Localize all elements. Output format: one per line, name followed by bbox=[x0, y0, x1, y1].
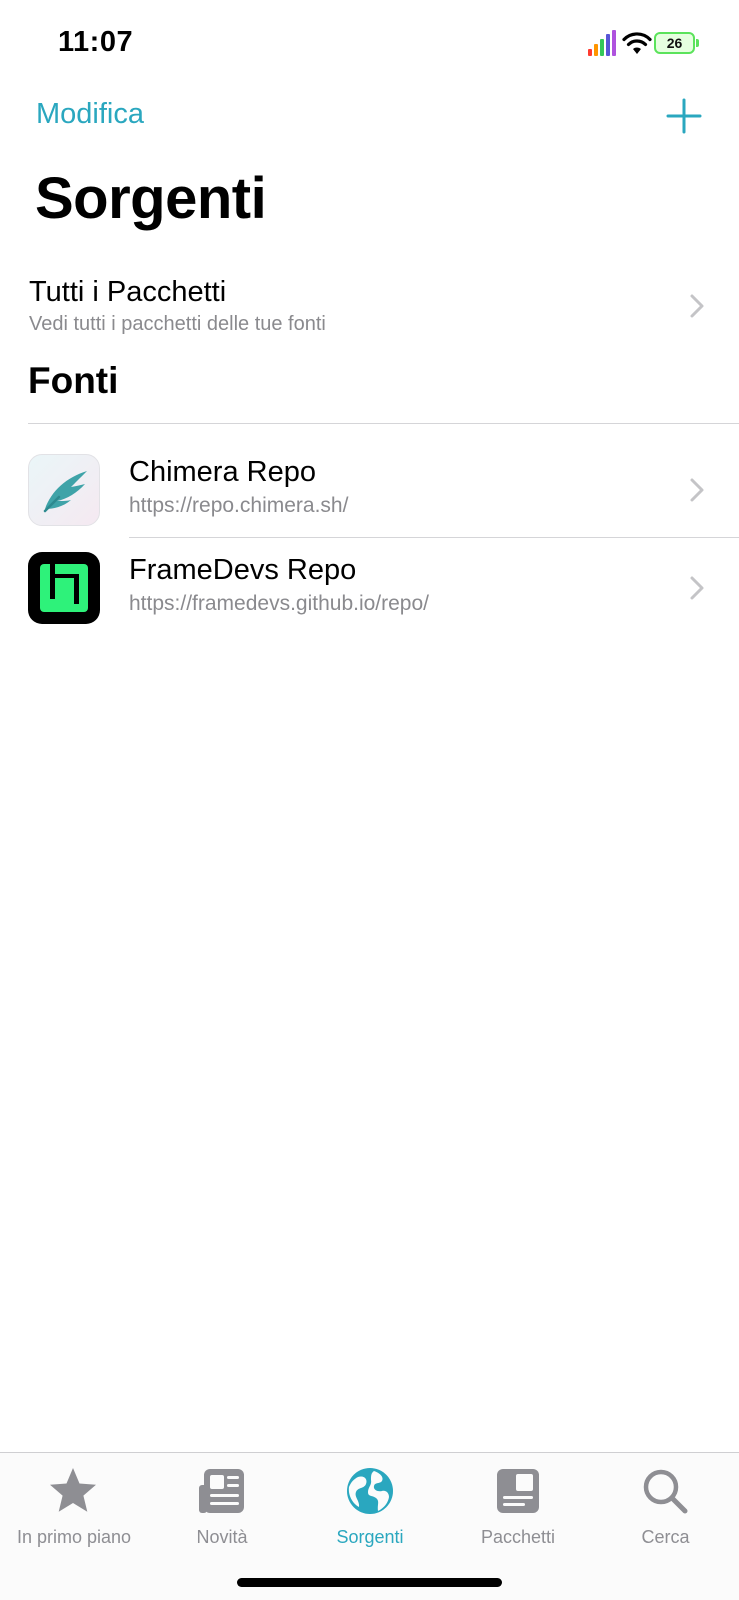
framedevs-box-icon bbox=[28, 552, 100, 624]
tab-sources[interactable]: Sorgenti bbox=[296, 1453, 444, 1553]
cellular-signal-icon bbox=[588, 30, 616, 56]
chimera-feather-icon bbox=[28, 454, 100, 526]
status-bar: 11:07 26 bbox=[0, 0, 739, 90]
chevron-right-icon bbox=[690, 478, 704, 502]
repo-row-chimera[interactable]: Chimera Repo https://repo.chimera.sh/ bbox=[0, 444, 739, 540]
repo-url: https://repo.chimera.sh/ bbox=[129, 494, 349, 517]
repo-name: FrameDevs Repo bbox=[129, 554, 357, 586]
tab-label: Pacchetti bbox=[480, 1527, 556, 1547]
status-time: 11:07 bbox=[58, 26, 134, 58]
search-icon bbox=[643, 1469, 688, 1514]
wifi-icon bbox=[622, 32, 652, 54]
section-divider bbox=[28, 423, 739, 424]
package-icon bbox=[497, 1469, 539, 1513]
battery-level: 26 bbox=[666, 35, 683, 51]
repo-url: https://framedevs.github.io/repo/ bbox=[129, 592, 429, 615]
tab-label: In primo piano bbox=[16, 1527, 132, 1547]
repo-row-framedevs[interactable]: FrameDevs Repo https://framedevs.github.… bbox=[0, 542, 739, 638]
repo-name: Chimera Repo bbox=[129, 456, 316, 488]
tab-label: Cerca bbox=[641, 1527, 690, 1547]
row-divider bbox=[129, 537, 739, 538]
home-indicator[interactable] bbox=[237, 1578, 502, 1587]
all-packages-subtitle: Vedi tutti i pacchetti delle tue fonti bbox=[29, 313, 326, 335]
star-icon bbox=[50, 1468, 96, 1512]
plus-icon[interactable] bbox=[666, 98, 702, 134]
tab-news[interactable]: Novità bbox=[148, 1453, 296, 1553]
battery-icon: 26 bbox=[654, 32, 699, 54]
chevron-right-icon bbox=[690, 576, 704, 600]
globe-icon bbox=[347, 1468, 393, 1514]
newspaper-icon bbox=[199, 1469, 244, 1513]
page-title: Sorgenti bbox=[35, 166, 267, 231]
tab-packages[interactable]: Pacchetti bbox=[444, 1453, 592, 1553]
all-packages-title: Tutti i Pacchetti bbox=[29, 276, 227, 308]
edit-button[interactable]: Modifica bbox=[36, 98, 144, 131]
tab-label: Sorgenti bbox=[336, 1527, 404, 1547]
tab-search[interactable]: Cerca bbox=[592, 1453, 739, 1553]
all-packages-row[interactable]: Tutti i Pacchetti Vedi tutti i pacchetti… bbox=[0, 270, 739, 346]
tab-label: Novità bbox=[196, 1527, 248, 1547]
chevron-right-icon bbox=[690, 294, 704, 318]
section-title: Fonti bbox=[28, 360, 119, 401]
tab-featured[interactable]: In primo piano bbox=[0, 1453, 148, 1553]
